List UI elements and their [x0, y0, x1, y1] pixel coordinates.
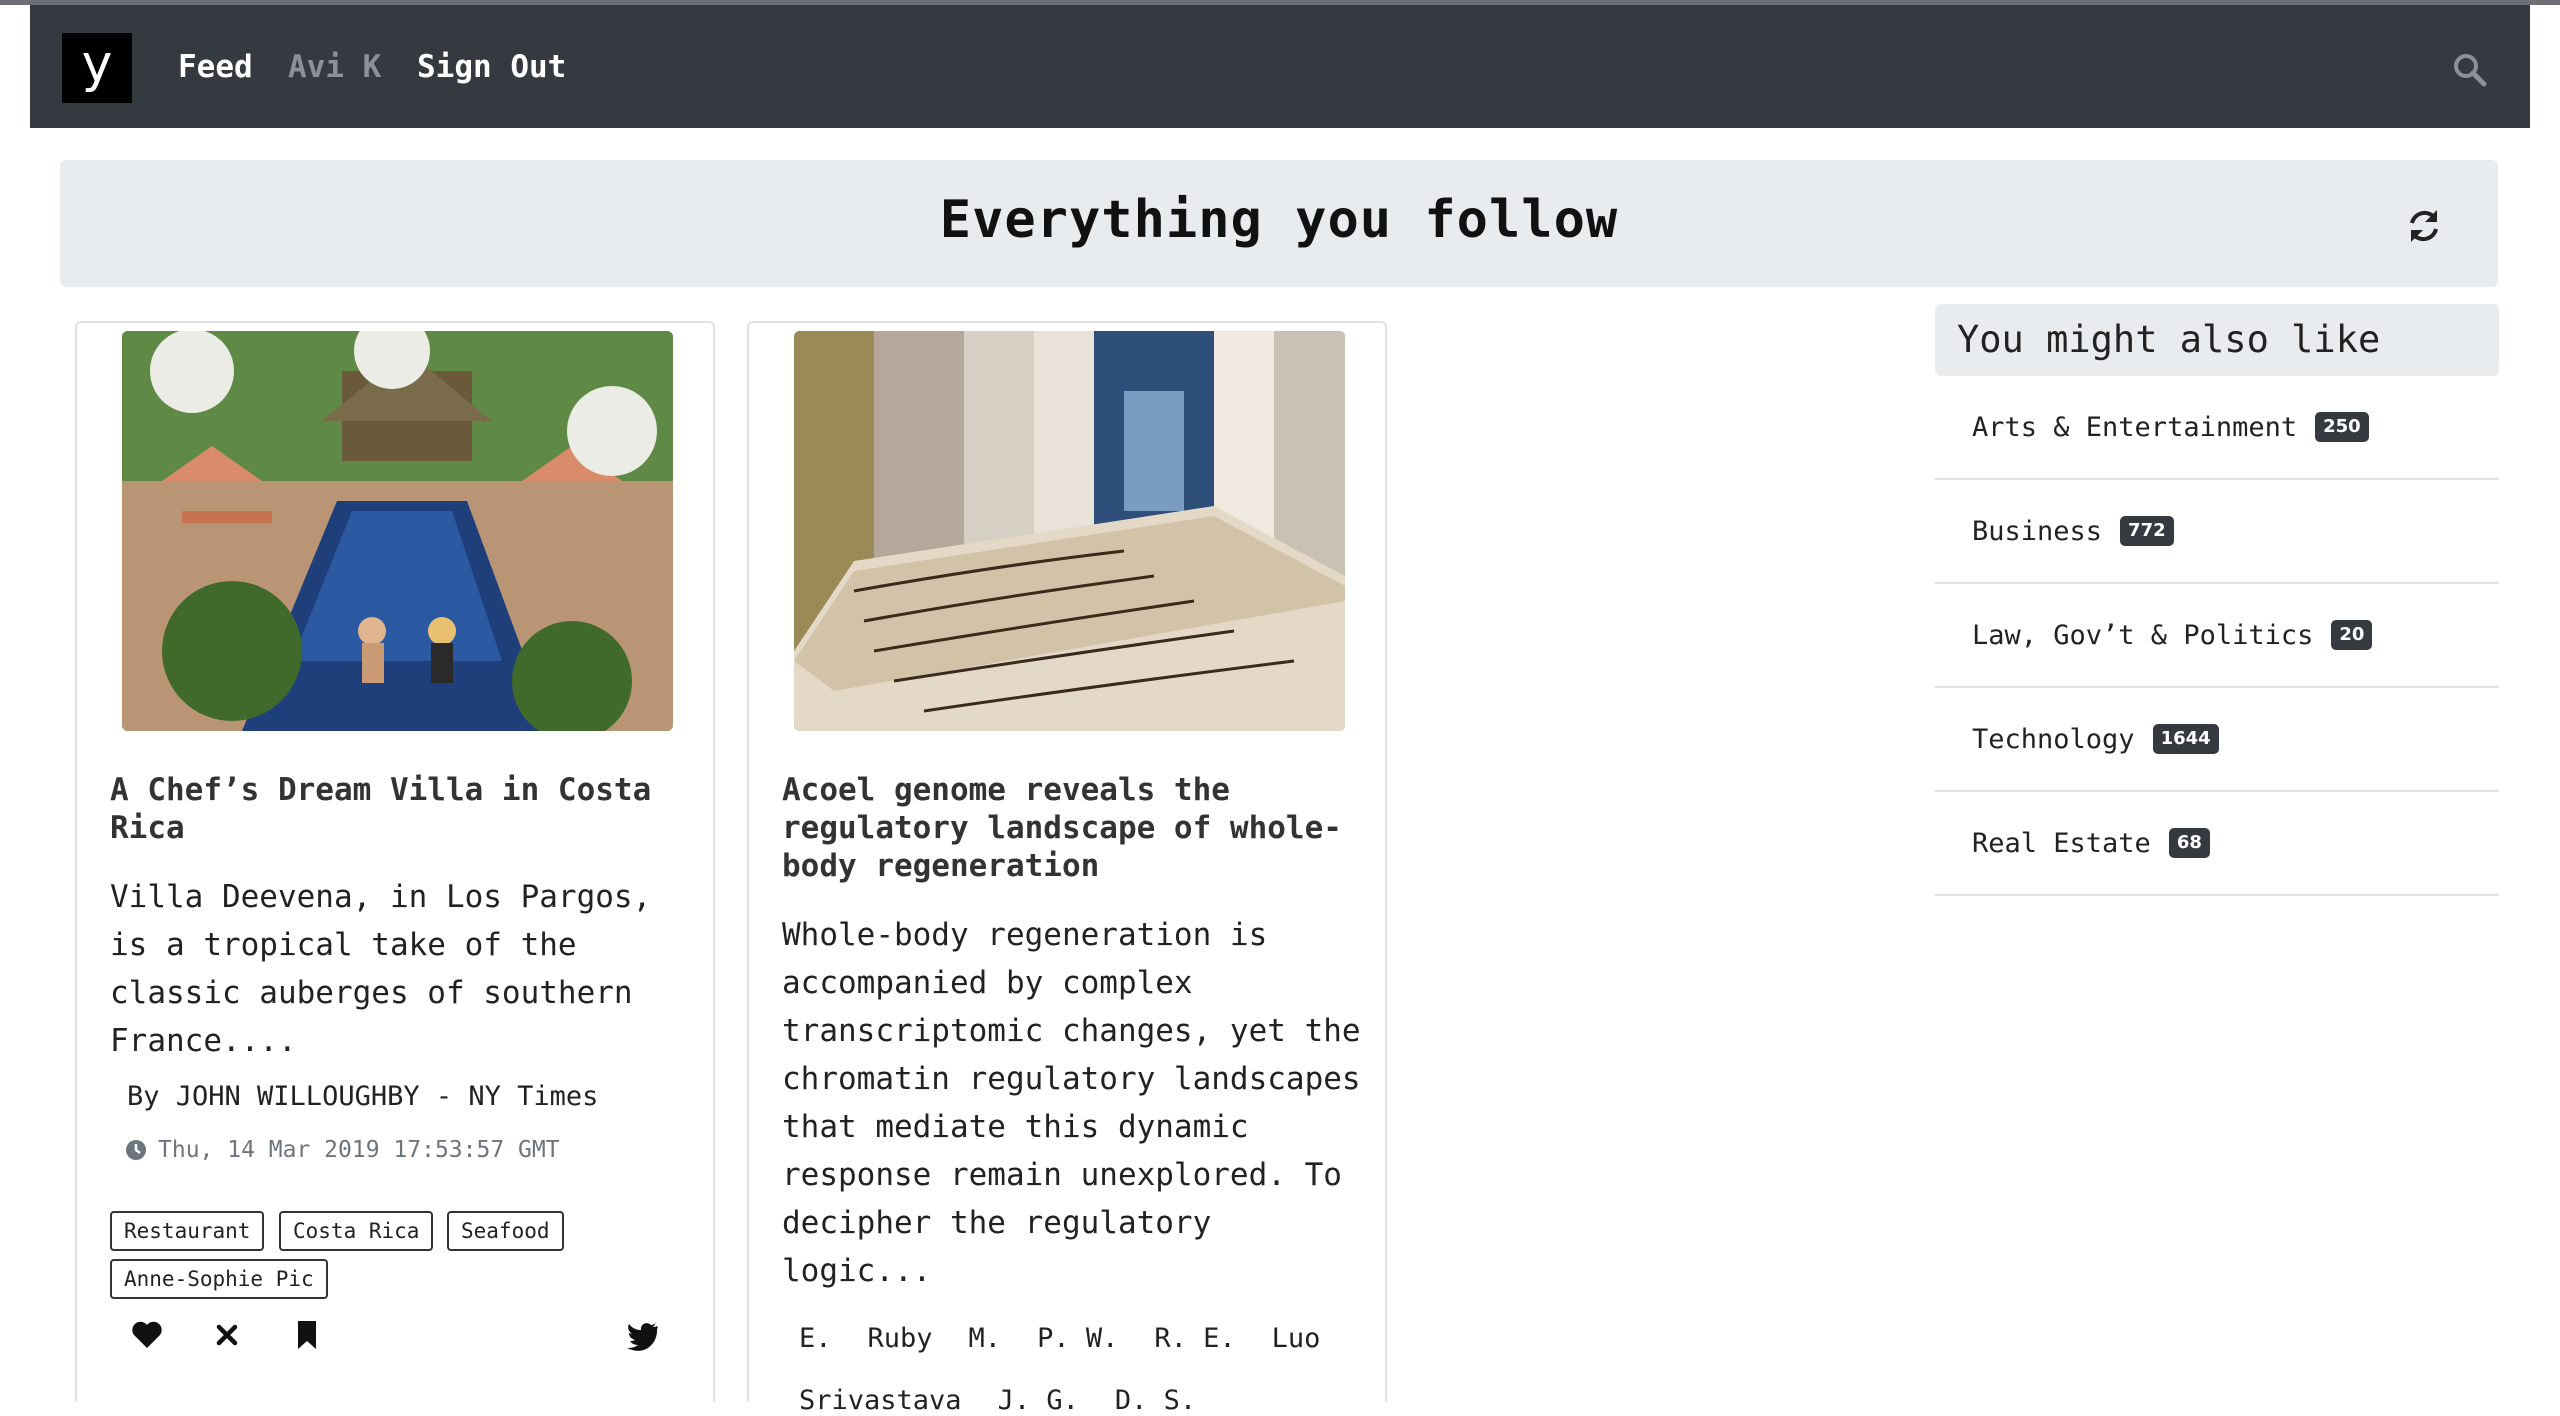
tag-chip[interactable]: Restaurant: [110, 1211, 265, 1251]
article-authors-row: Srivastava J. G. D. S.: [799, 1385, 1232, 1416]
author-name: Ruby: [867, 1323, 933, 1354]
suggestion-label: Arts & Entertainment: [1972, 411, 2298, 443]
count-badge: 1644: [2152, 724, 2219, 754]
article-authors-row: E. Ruby M. P. W. R. E. Luo: [799, 1323, 1356, 1354]
bookmark-icon[interactable]: [289, 1317, 325, 1353]
article-title[interactable]: Acoel genome reveals the regulatory land…: [782, 771, 1352, 885]
author-name: Srivastava: [799, 1385, 962, 1416]
suggestion-label: Law, Gov’t & Politics: [1972, 619, 2314, 651]
tag-chip[interactable]: Seafood: [447, 1211, 564, 1251]
suggestion-label: Technology: [1972, 723, 2135, 755]
article-excerpt: Whole-body regeneration is accompanied b…: [782, 917, 1361, 1289]
refresh-icon[interactable]: [2404, 206, 2444, 246]
suggestion-item[interactable]: Arts & Entertainment 250: [1935, 376, 2499, 480]
feed-header: Everything you follow: [60, 160, 2498, 287]
author-name: E.: [799, 1323, 832, 1354]
twitter-icon[interactable]: [625, 1317, 661, 1353]
logo[interactable]: y: [62, 33, 132, 103]
author-name: M.: [968, 1323, 1002, 1354]
clock-icon: [126, 1140, 146, 1160]
article-image[interactable]: [122, 331, 673, 731]
suggestion-item[interactable]: Business 772: [1935, 480, 2499, 584]
tag-chip[interactable]: Costa Rica: [279, 1211, 434, 1251]
navbar: y Feed Avi K Sign Out: [30, 5, 2530, 128]
author-name: Luo: [1271, 1323, 1321, 1354]
count-badge: 20: [2331, 620, 2373, 650]
search-icon[interactable]: [2450, 50, 2490, 90]
article-excerpt: Villa Deevena, in Los Pargos, is a tropi…: [110, 879, 652, 1059]
suggestions-heading: You might also like: [1957, 318, 2381, 361]
article-byline: By JOHN WILLOUGHBY - NY Times: [127, 1081, 599, 1112]
article-date-text: Thu, 14 Mar 2019 17:53:57 GMT: [158, 1137, 560, 1163]
heart-icon[interactable]: [129, 1317, 165, 1353]
tag-chip[interactable]: Anne-Sophie Pic: [110, 1259, 328, 1299]
count-badge: 772: [2120, 516, 2174, 546]
suggestion-label: Real Estate: [1972, 827, 2151, 859]
count-badge: 250: [2315, 412, 2369, 442]
article-card: Acoel genome reveals the regulatory land…: [747, 321, 1387, 1416]
author-name: P. W.: [1037, 1323, 1119, 1354]
count-badge: 68: [2168, 828, 2210, 858]
suggestion-label: Business: [1972, 515, 2103, 547]
suggestion-item[interactable]: Real Estate 68: [1935, 792, 2499, 896]
nav-signout-link[interactable]: Sign Out: [417, 47, 566, 87]
suggestion-item[interactable]: Law, Gov’t & Politics 20: [1935, 584, 2499, 688]
author-name: J. G.: [997, 1385, 1079, 1416]
article-title[interactable]: A Chef’s Dream Villa in Costa Rica: [110, 771, 680, 847]
author-name: R. E.: [1154, 1323, 1236, 1354]
article-card: A Chef’s Dream Villa in Costa Rica Villa…: [75, 321, 715, 1402]
author-name: D. S.: [1114, 1385, 1197, 1416]
suggestion-item[interactable]: Technology 1644: [1935, 688, 2499, 792]
nav-feed-link[interactable]: Feed: [178, 47, 253, 87]
nav-user-name[interactable]: Avi K: [288, 47, 381, 87]
suggestions-header: You might also like: [1935, 304, 2499, 376]
article-date: Thu, 14 Mar 2019 17:53:57 GMT: [124, 1137, 560, 1163]
article-image[interactable]: [794, 331, 1345, 731]
close-icon[interactable]: [209, 1317, 245, 1353]
page-title: Everything you follow: [939, 190, 1619, 250]
